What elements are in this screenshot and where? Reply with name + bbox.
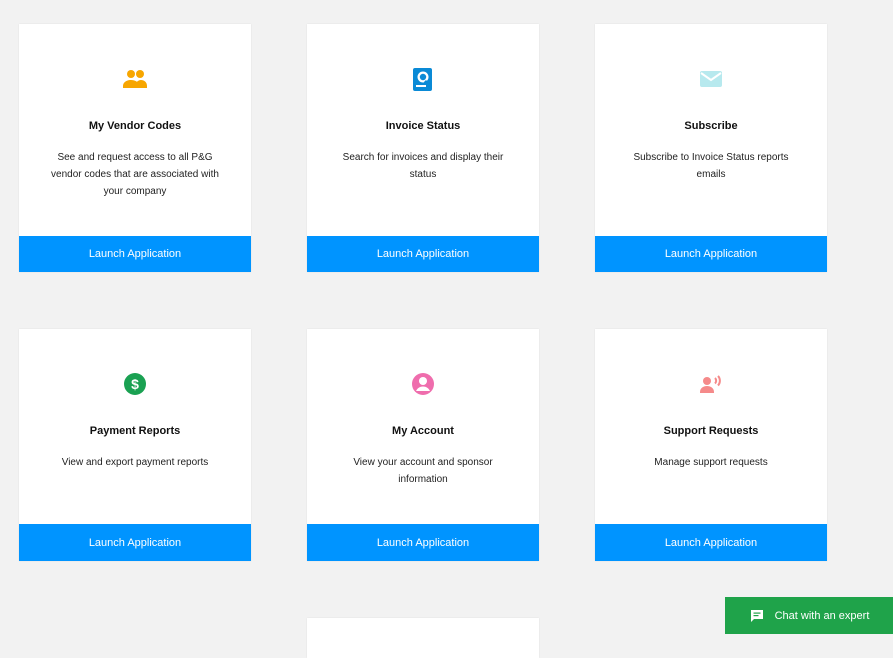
invoice-search-icon <box>413 68 432 91</box>
card-my-vendor-codes: My Vendor Codes See and request access t… <box>19 24 251 272</box>
card-partial <box>307 618 539 658</box>
support-icon <box>700 375 721 393</box>
mail-icon <box>700 71 722 87</box>
account-icon <box>412 373 434 395</box>
card-title: My Account <box>392 425 454 437</box>
card-support-requests: Support Requests Manage support requests… <box>595 329 827 561</box>
card-description: Subscribe to Invoice Status reports emai… <box>633 152 789 180</box>
card-title: Support Requests <box>663 425 759 437</box>
launch-application-button[interactable]: Launch Application <box>19 236 251 272</box>
card-invoice-status: Invoice Status Search for invoices and d… <box>307 24 539 272</box>
card-description: See and request access to all P&G vendor… <box>51 152 219 197</box>
chat-with-expert-button[interactable]: Chat with an expert <box>725 597 893 634</box>
chat-icon <box>750 609 763 622</box>
users-icon <box>123 70 147 88</box>
card-title: Invoice Status <box>385 120 461 132</box>
card-description: Search for invoices and display their st… <box>342 152 504 180</box>
launch-application-button[interactable]: Launch Application <box>307 524 539 561</box>
card-title: My Vendor Codes <box>88 120 182 132</box>
card-my-account: My Account View your account and sponsor… <box>307 329 539 561</box>
card-payment-reports: $ Payment Reports View and export paymen… <box>19 329 251 561</box>
launch-application-button[interactable]: Launch Application <box>307 236 539 272</box>
chat-label: Chat with an expert <box>774 609 870 622</box>
card-subscribe: Subscribe Subscribe to Invoice Status re… <box>595 24 827 272</box>
launch-application-button[interactable]: Launch Application <box>595 236 827 272</box>
dollar-icon: $ <box>124 373 146 395</box>
svg-text:$: $ <box>131 376 139 392</box>
card-description: Manage support requests <box>654 457 768 468</box>
card-description: View and export payment reports <box>61 457 209 468</box>
launch-application-button[interactable]: Launch Application <box>595 524 827 561</box>
launch-application-button[interactable]: Launch Application <box>19 524 251 561</box>
card-title: Subscribe <box>684 120 738 132</box>
card-description: View your account and sponsor informatio… <box>353 457 493 485</box>
card-title: Payment Reports <box>89 425 181 437</box>
